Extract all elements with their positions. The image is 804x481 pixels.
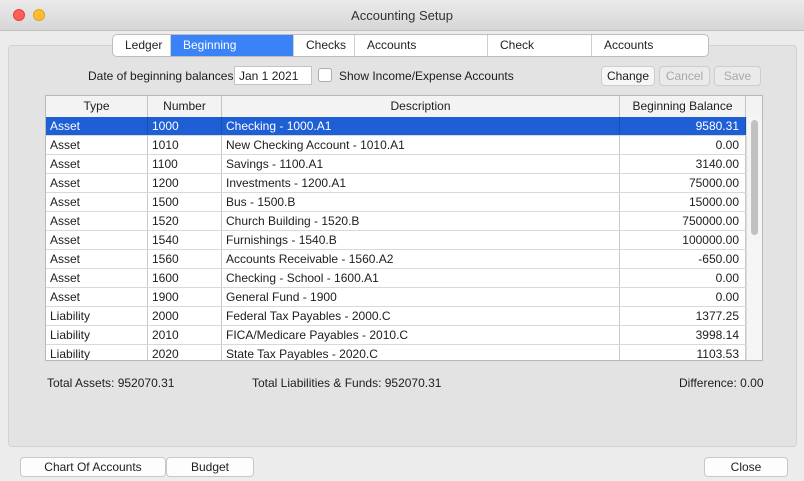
table-row[interactable]: Asset 1200 Investments - 1200.A1 75000.00 [46, 174, 746, 193]
tab-accounts-payable[interactable]: Accounts Payable [592, 35, 708, 56]
cell-balance[interactable]: 9580.31 [620, 117, 746, 135]
cell-type: Asset [46, 288, 148, 306]
window-title: Accounting Setup [351, 8, 453, 23]
cell-balance[interactable]: 750000.00 [620, 212, 746, 230]
budget-button[interactable]: Budget [166, 457, 254, 477]
cell-description: Federal Tax Payables - 2000.C [222, 307, 620, 325]
cell-number: 1600 [148, 269, 222, 287]
cell-description: Investments - 1200.A1 [222, 174, 620, 192]
cell-number: 1540 [148, 231, 222, 249]
change-button[interactable]: Change [601, 66, 655, 86]
column-header-number[interactable]: Number [148, 96, 222, 117]
scrollbar-thumb[interactable] [751, 120, 758, 235]
cell-number: 1010 [148, 136, 222, 154]
cell-type: Asset [46, 231, 148, 249]
date-label: Date of beginning balances: [88, 69, 237, 83]
cell-type: Asset [46, 155, 148, 173]
cell-description: Savings - 1100.A1 [222, 155, 620, 173]
table-header: Type Number Description Beginning Balanc… [46, 96, 762, 118]
save-button[interactable]: Save [714, 66, 761, 86]
table-row[interactable]: Asset 1600 Checking - School - 1600.A1 0.00 [46, 269, 746, 288]
cell-description: Bus - 1500.B [222, 193, 620, 211]
table-row[interactable]: Asset 1100 Savings - 1100.A1 3140.00 [46, 155, 746, 174]
accounting-setup-window: Accounting Setup Ledger Beginning Balanc… [0, 0, 804, 481]
table-row[interactable]: Liability 2000 Federal Tax Payables - 2000… [46, 307, 746, 326]
date-field[interactable]: Jan 1 2021 [234, 66, 312, 85]
cell-type: Liability [46, 307, 148, 325]
table-row[interactable]: Asset 1010 New Checking Account - 1010.A1 0… [46, 136, 746, 155]
vertical-scrollbar[interactable] [746, 117, 762, 360]
cell-number: 1900 [148, 288, 222, 306]
table-row[interactable]: Asset 1900 General Fund - 1900 0.00 [46, 288, 746, 307]
total-assets: Total Assets: 952070.31 [47, 376, 175, 390]
cell-description: Furnishings - 1540.B [222, 231, 620, 249]
show-income-expense-checkbox[interactable] [318, 68, 332, 82]
tab-accounts-receivable[interactable]: Accounts Receivable [355, 35, 488, 56]
tab-bar: Ledger Beginning Balances Checks Account… [112, 34, 709, 57]
table-row[interactable]: Asset 1000 Checking - 1000.A1 9580.31 [46, 117, 746, 136]
cell-balance[interactable]: 1103.53 [620, 345, 746, 360]
table-row[interactable]: Asset 1540 Furnishings - 1540.B 100000.00 [46, 231, 746, 250]
cell-balance[interactable]: 75000.00 [620, 174, 746, 192]
cell-balance[interactable]: 100000.00 [620, 231, 746, 249]
cell-description: General Fund - 1900 [222, 288, 620, 306]
cell-balance[interactable]: 0.00 [620, 136, 746, 154]
table-body: Asset 1000 Checking - 1000.A1 9580.31 Asset 1… [46, 117, 746, 360]
cell-balance[interactable]: 3140.00 [620, 155, 746, 173]
column-header-description[interactable]: Description [222, 96, 620, 117]
cell-balance[interactable]: 15000.00 [620, 193, 746, 211]
table-row[interactable]: Asset 1560 Accounts Receivable - 1560.A2 -6… [46, 250, 746, 269]
total-liabilities-funds: Total Liabilities & Funds: 952070.31 [252, 376, 442, 390]
cell-description: FICA/Medicare Payables - 2010.C [222, 326, 620, 344]
tab-check-numbers[interactable]: Check Numbers [488, 35, 592, 56]
cell-number: 1100 [148, 155, 222, 173]
chart-of-accounts-button[interactable]: Chart Of Accounts [20, 457, 166, 477]
cell-balance[interactable]: 3998.14 [620, 326, 746, 344]
tab-checks[interactable]: Checks [294, 35, 355, 56]
cell-description: Checking - School - 1600.A1 [222, 269, 620, 287]
close-button[interactable]: Close [704, 457, 788, 477]
cell-number: 2020 [148, 345, 222, 360]
cell-description: Checking - 1000.A1 [222, 117, 620, 135]
cell-type: Asset [46, 212, 148, 230]
cell-description: State Tax Payables - 2020.C [222, 345, 620, 360]
cell-number: 1560 [148, 250, 222, 268]
cell-balance[interactable]: 1377.25 [620, 307, 746, 325]
tab-beginning-balances[interactable]: Beginning Balances [171, 35, 294, 56]
cell-type: Asset [46, 193, 148, 211]
cell-number: 1200 [148, 174, 222, 192]
balances-table: Type Number Description Beginning Balanc… [45, 95, 763, 361]
tab-ledger[interactable]: Ledger [113, 35, 171, 56]
cell-number: 1500 [148, 193, 222, 211]
title-bar: Accounting Setup [0, 0, 804, 31]
cell-type: Asset [46, 269, 148, 287]
cell-number: 2000 [148, 307, 222, 325]
table-row[interactable]: Asset 1500 Bus - 1500.B 15000.00 [46, 193, 746, 212]
cell-description: Accounts Receivable - 1560.A2 [222, 250, 620, 268]
difference: Difference: 0.00 [679, 376, 764, 390]
column-header-beginning-balance[interactable]: Beginning Balance [620, 96, 746, 117]
column-header-type[interactable]: Type [46, 96, 148, 117]
table-row[interactable]: Asset 1520 Church Building - 1520.B 750000.… [46, 212, 746, 231]
cell-balance[interactable]: 0.00 [620, 288, 746, 306]
cell-type: Liability [46, 345, 148, 360]
table-row[interactable]: Liability 2010 FICA/Medicare Payables - 20… [46, 326, 746, 345]
cell-type: Liability [46, 326, 148, 344]
show-income-expense-label: Show Income/Expense Accounts [339, 69, 514, 83]
cell-description: New Checking Account - 1010.A1 [222, 136, 620, 154]
table-row[interactable]: Liability 2020 State Tax Payables - 2020.C… [46, 345, 746, 360]
cell-balance[interactable]: 0.00 [620, 269, 746, 287]
cell-type: Asset [46, 250, 148, 268]
cell-number: 1520 [148, 212, 222, 230]
cell-type: Asset [46, 174, 148, 192]
cell-type: Asset [46, 117, 148, 135]
cell-description: Church Building - 1520.B [222, 212, 620, 230]
cancel-button[interactable]: Cancel [659, 66, 710, 86]
cell-balance[interactable]: -650.00 [620, 250, 746, 268]
cell-number: 2010 [148, 326, 222, 344]
cell-type: Asset [46, 136, 148, 154]
cell-number: 1000 [148, 117, 222, 135]
